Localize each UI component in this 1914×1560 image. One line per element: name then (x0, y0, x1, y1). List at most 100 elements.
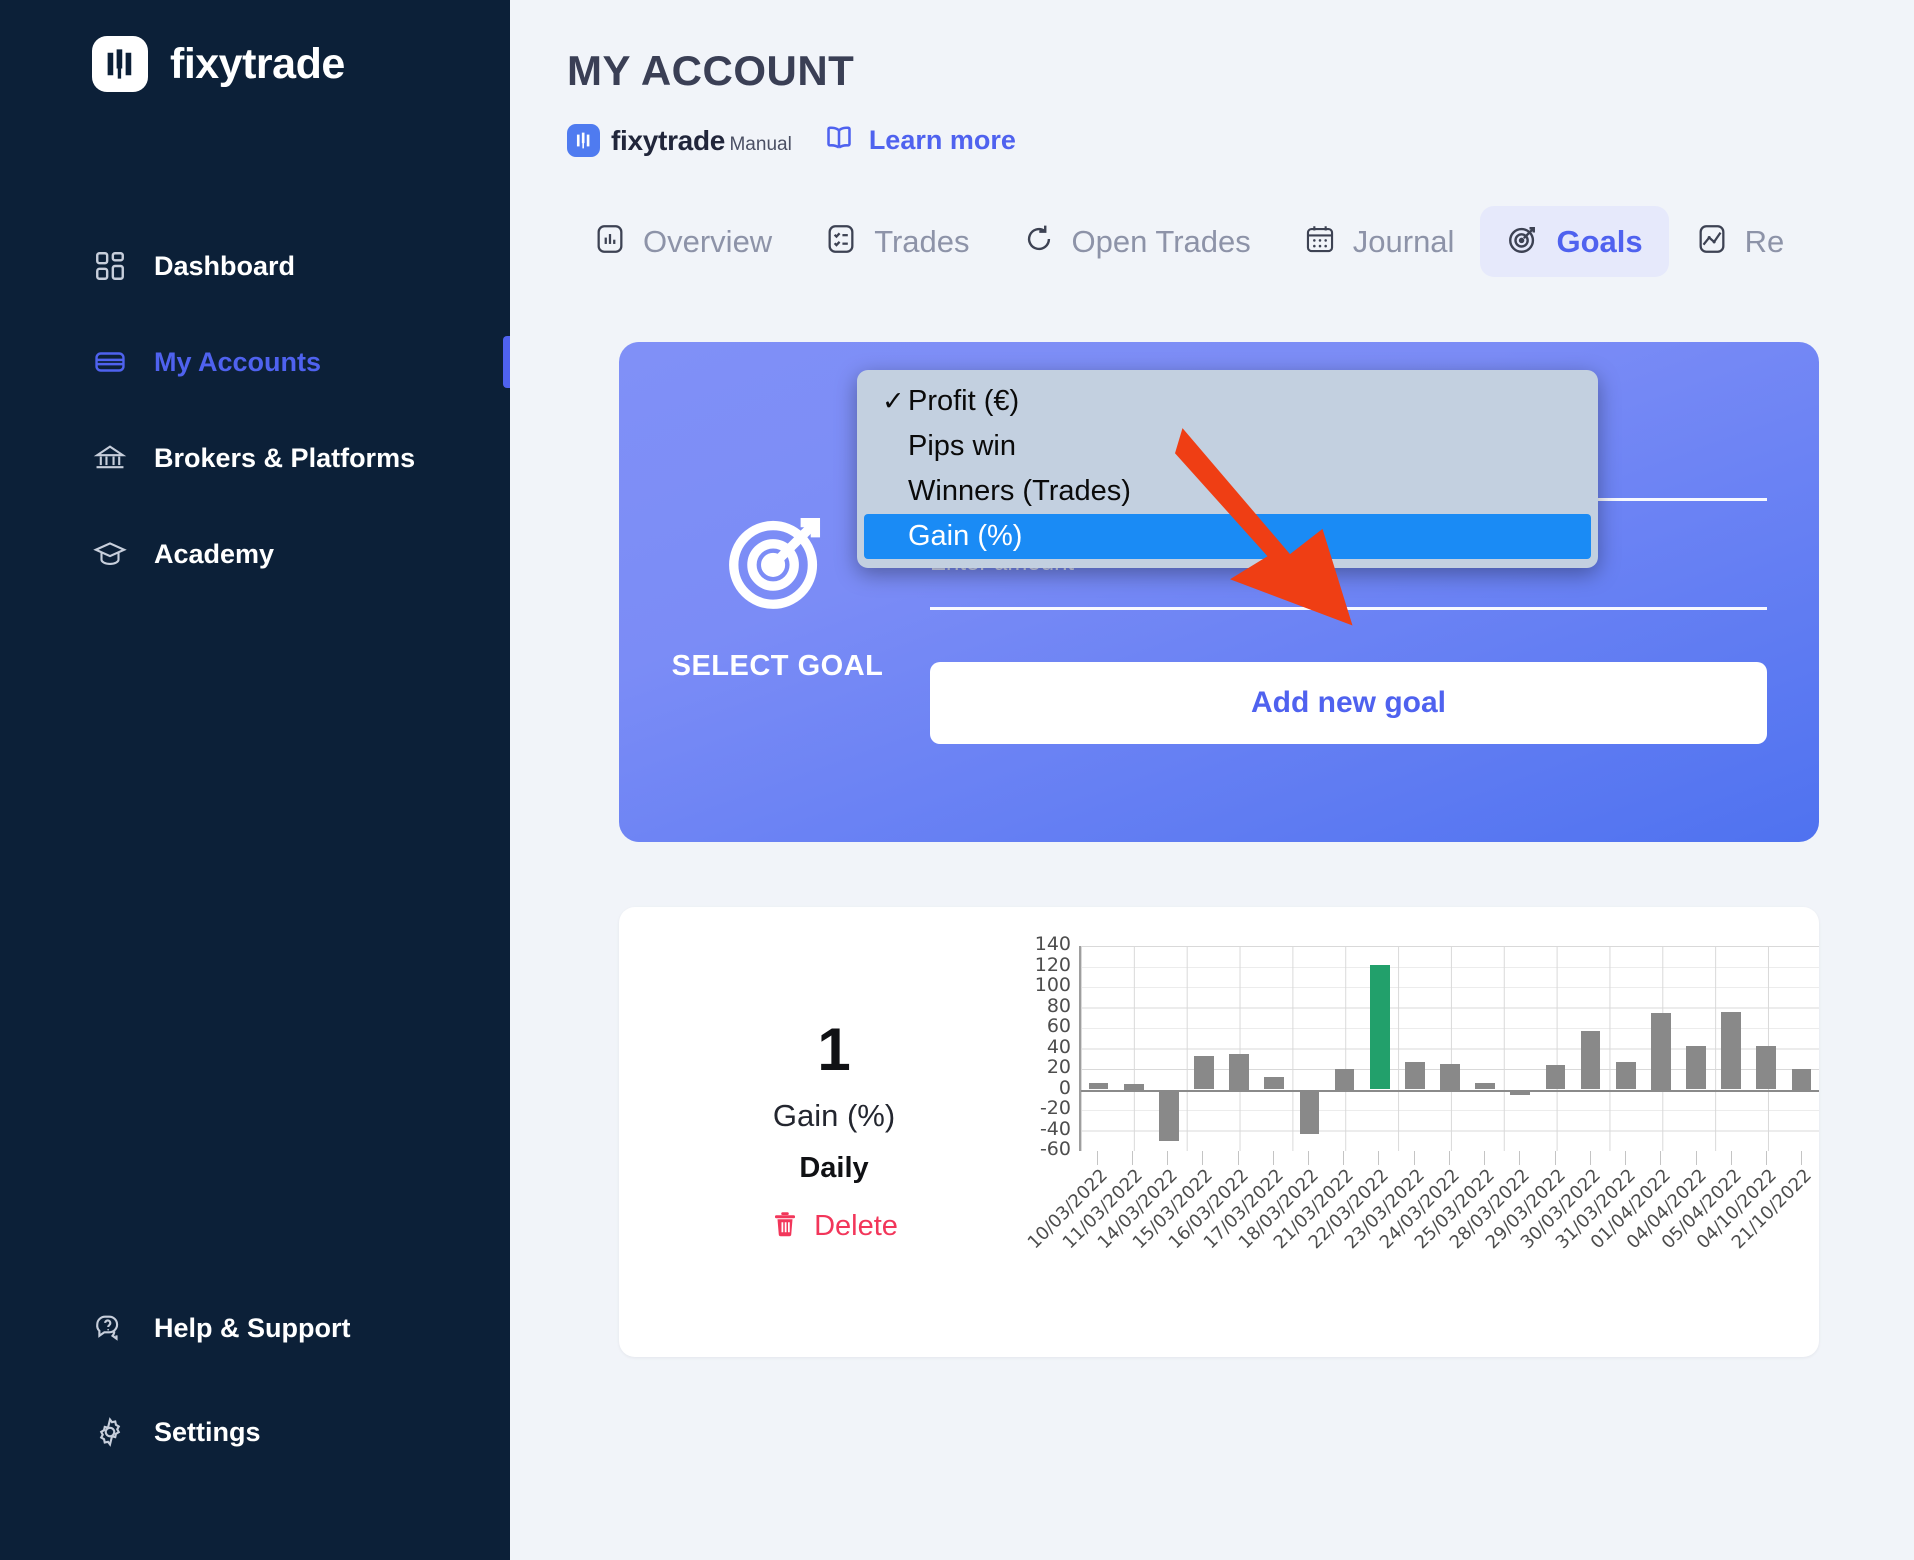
goal-type-label: Gain (%) (772, 1098, 896, 1133)
learn-more-label: Learn more (868, 125, 1016, 155)
sidebar: fixytrade Dashboard My Accounts Brokers … (0, 0, 510, 1560)
chart-x-ticks (1079, 1151, 1819, 1165)
chart-bar (1404, 1061, 1425, 1090)
sidebar-active-indicator (503, 336, 510, 388)
chart-y-tick: 40 (1046, 1035, 1071, 1058)
chart-bar-slot (1257, 946, 1292, 1151)
brand-name: fixytrade (170, 39, 345, 88)
chart-x-tick (1149, 1151, 1184, 1165)
chart-bar (1123, 1084, 1144, 1090)
chart-bar (1686, 1046, 1706, 1090)
tab-journal[interactable]: Journal (1277, 206, 1481, 277)
chart-y-axis-labels: 140 120 100 80 60 40 20 0 -20 -40 -60 (991, 934, 1071, 1160)
brand[interactable]: fixytrade (0, 0, 510, 92)
chart-x-tick (1748, 1151, 1783, 1165)
chart-bar (1580, 1031, 1601, 1090)
gear-icon (92, 1414, 128, 1450)
sidebar-item-academy[interactable]: Academy (0, 506, 510, 602)
bank-icon (92, 440, 128, 476)
chart-bars (1081, 946, 1819, 1151)
dropdown-option-pips-win[interactable]: Pips win (864, 424, 1591, 469)
chart-bar-slot (1468, 946, 1503, 1151)
help-chat-icon (92, 1310, 128, 1346)
sidebar-item-label: Settings (154, 1416, 261, 1447)
goal-type-dropdown[interactable]: ✓ Profit (€) Pips win Winners (Trades) G… (857, 370, 1598, 568)
sidebar-item-help-support[interactable]: Help & Support (0, 1276, 510, 1380)
chart-bar-slot (1538, 946, 1573, 1151)
chart-bar (1334, 1069, 1355, 1090)
book-open-icon (822, 121, 856, 160)
chart-x-tick (1290, 1151, 1325, 1165)
sidebar-item-label: Dashboard (154, 250, 296, 281)
tab-reports[interactable]: Re (1669, 206, 1811, 277)
chart-bar-slot (1714, 946, 1749, 1151)
chart-bar-slot (1749, 946, 1784, 1151)
chart-bar-slot (1081, 946, 1116, 1151)
chart-bar-slot (1784, 946, 1819, 1151)
chart-bar-slot (1222, 946, 1257, 1151)
tab-overview[interactable]: Overview (567, 206, 798, 277)
chart-y-tick: 0 (1058, 1076, 1071, 1099)
chart-bar (1159, 1089, 1179, 1141)
tab-label: Goals (1556, 223, 1643, 259)
fixytrade-manual-badge: fixytrade Manual (567, 124, 792, 157)
chart-bar (1299, 1089, 1320, 1134)
dropdown-option-gain-percent[interactable]: Gain (%) (864, 514, 1591, 559)
tab-trades[interactable]: Trades (798, 206, 995, 277)
chart-x-tick (1678, 1151, 1713, 1165)
chart-bar (1721, 1011, 1741, 1090)
chart-x-tick (1361, 1151, 1396, 1165)
add-new-goal-button[interactable]: Add new goal (930, 662, 1767, 744)
trash-icon (770, 1209, 800, 1244)
goal-target-value: 1 (817, 1016, 851, 1083)
dropdown-option-profit[interactable]: ✓ Profit (€) (864, 379, 1591, 424)
chart-inner: 140 120 100 80 60 40 20 0 -20 -40 -60 10/03/2022 11… (1023, 934, 1819, 1253)
tab-goals[interactable]: Goals (1480, 206, 1669, 277)
chart-plot-area (1079, 946, 1819, 1151)
chart-x-tick (1114, 1151, 1149, 1165)
select-goal-label: SELECT GOAL (671, 650, 884, 682)
chart-bar (1756, 1046, 1777, 1090)
dropdown-option-label: Profit (€) (908, 385, 1020, 417)
sidebar-item-label: Academy (154, 538, 275, 569)
chart-y-tick: 60 (1046, 1015, 1071, 1037)
bar-chart-icon (593, 222, 627, 261)
chart-bar (1229, 1053, 1249, 1090)
chart-bar-slot (1643, 946, 1678, 1151)
dropdown-option-label: Pips win (908, 430, 1016, 462)
target-icon (719, 501, 837, 624)
tab-open-trades[interactable]: Open Trades (996, 206, 1277, 277)
chart-x-tick (1431, 1151, 1466, 1165)
chart-y-tick: -20 (1039, 1097, 1071, 1119)
chart-bar-slot (1116, 946, 1151, 1151)
chart-bar (1615, 1061, 1636, 1090)
chart-y-tick: -60 (1039, 1138, 1071, 1160)
chart-bar-slot (1432, 946, 1467, 1151)
chart-x-tick (1396, 1151, 1431, 1165)
chart-x-tick (1713, 1151, 1748, 1165)
chart-bar-slot (1678, 946, 1713, 1151)
chart-x-tick (1467, 1151, 1502, 1165)
chart-y-tick: 120 (1034, 953, 1071, 976)
learn-more-link[interactable]: Learn more (822, 121, 1016, 160)
chart-bar (1369, 965, 1390, 1090)
sidebar-item-brokers-platforms[interactable]: Brokers & Platforms (0, 410, 510, 506)
sidebar-item-dashboard[interactable]: Dashboard (0, 218, 510, 314)
manual-text: fixytrade Manual (611, 126, 792, 155)
chart-bar-slot (1608, 946, 1643, 1151)
target-icon (1506, 222, 1540, 261)
chart-x-tick (1326, 1151, 1361, 1165)
goals-list-card: 1 Gain (%) Daily Delete 140 120 100 80 6… (619, 907, 1819, 1357)
chart-y-tick: 100 (1034, 974, 1071, 996)
tab-label: Open Trades (1071, 223, 1251, 259)
delete-goal-button[interactable]: Delete (770, 1209, 898, 1244)
sidebar-item-my-accounts[interactable]: My Accounts (0, 314, 510, 410)
dropdown-option-winners-trades[interactable]: Winners (Trades) (864, 469, 1591, 514)
chart-x-tick (1220, 1151, 1255, 1165)
sidebar-item-settings[interactable]: Settings (0, 1380, 510, 1484)
chart-y-tick: -40 (1039, 1117, 1071, 1140)
grid-icon (92, 248, 128, 284)
chart-x-tick (1079, 1151, 1114, 1165)
manual-sub-label: Manual (729, 133, 792, 155)
check-icon: ✓ (882, 386, 905, 416)
